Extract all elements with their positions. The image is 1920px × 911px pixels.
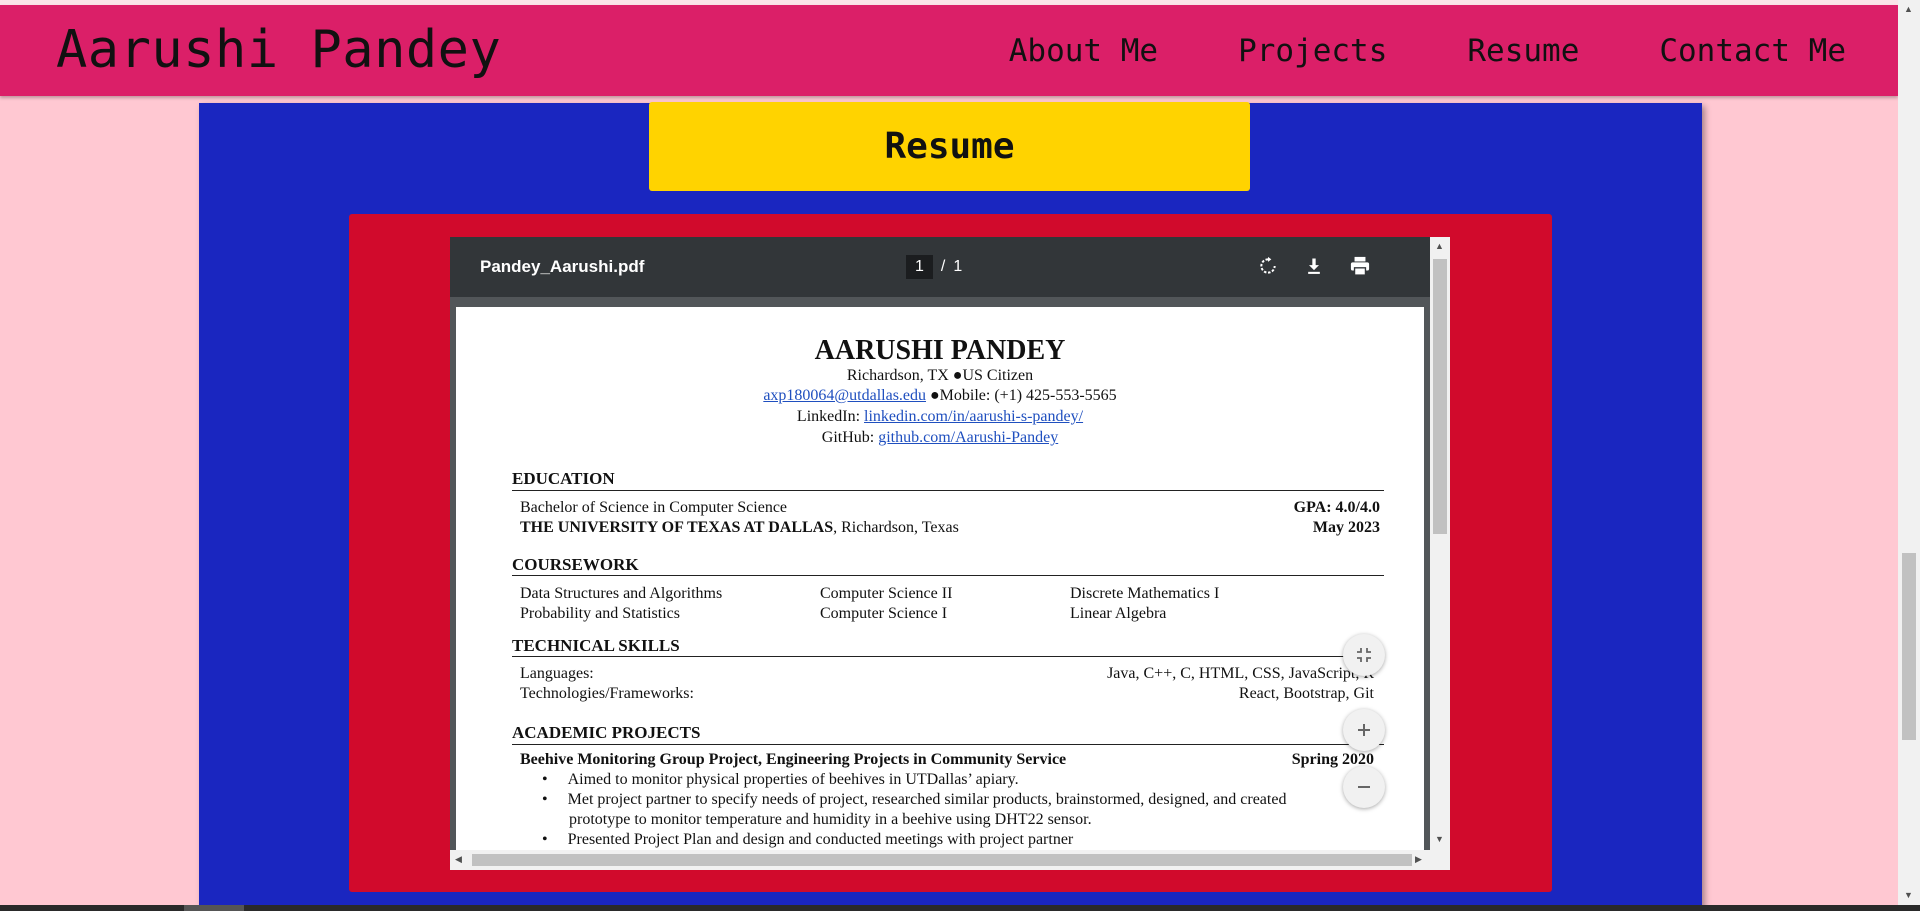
pdf-page-area: AARUSHI PANDEY Richardson, TX ●US Citize… bbox=[450, 297, 1430, 867]
scrollbar-thumb[interactable] bbox=[1433, 259, 1447, 534]
section-divider bbox=[512, 744, 1384, 745]
education-heading: EDUCATION bbox=[512, 469, 615, 488]
nav-resume[interactable]: Resume bbox=[1467, 33, 1579, 69]
pdf-filename: Pandey_Aarushi.pdf bbox=[480, 257, 645, 276]
scroll-down-arrow[interactable]: ▼ bbox=[1435, 834, 1444, 844]
email-link[interactable]: axp180064@utdallas.edu bbox=[763, 387, 926, 404]
scrollbar-thumb[interactable] bbox=[472, 854, 1412, 866]
course-item: Probability and Statistics bbox=[520, 605, 680, 622]
bullet-item: • Presented Project Plan and design and … bbox=[542, 831, 1074, 848]
github-label: GitHub: bbox=[821, 429, 879, 446]
pdf-viewer[interactable]: Pandey_Aarushi.pdf 1 / 1 AARUSHI PANDEY … bbox=[450, 237, 1450, 870]
course-item: Computer Science I bbox=[820, 605, 948, 622]
scrollbar-thumb[interactable] bbox=[1902, 553, 1916, 740]
technologies-value: React, Bootstrap, Git bbox=[1238, 685, 1374, 702]
scroll-down-arrow[interactable]: ▼ bbox=[1904, 890, 1913, 900]
gpa-text: GPA: 4.0/4.0 bbox=[1293, 499, 1380, 516]
bullet-item: • Aimed to monitor physical properties o… bbox=[542, 771, 1019, 788]
nav-contact-me[interactable]: Contact Me bbox=[1659, 33, 1846, 69]
section-title-box: Resume bbox=[649, 102, 1250, 191]
contact-line-linkedin: LinkedIn: linkedin.com/in/aarushi-s-pand… bbox=[456, 408, 1424, 426]
degree-text: Bachelor of Science in Computer Science bbox=[520, 499, 788, 516]
section-divider bbox=[512, 656, 1384, 657]
scroll-up-arrow[interactable]: ▲ bbox=[1435, 241, 1444, 251]
window-horizontal-scrollbar[interactable] bbox=[0, 905, 1920, 911]
university-location: , Richardson, Texas bbox=[833, 519, 959, 536]
pdf-page: AARUSHI PANDEY Richardson, TX ●US Citize… bbox=[456, 307, 1424, 867]
page-indicator: 1 / 1 bbox=[906, 255, 962, 279]
nav-projects[interactable]: Projects bbox=[1238, 33, 1387, 69]
bullet-text: Presented Project Plan and design and co… bbox=[567, 831, 1074, 848]
contact-line-github: GitHub: github.com/Aarushi-Pandey bbox=[456, 429, 1424, 447]
languages-value: Java, C++, C, HTML, CSS, JavaScript, R bbox=[1107, 665, 1374, 682]
bullet-text: Aimed to monitor physical properties of … bbox=[567, 771, 1019, 788]
course-item: Data Structures and Algorithms bbox=[520, 585, 723, 602]
download-icon[interactable] bbox=[1302, 254, 1326, 278]
resume-name: AARUSHI PANDEY bbox=[814, 335, 1066, 366]
main-nav: About Me Projects Resume Contact Me bbox=[1009, 33, 1846, 69]
course-item: Discrete Mathematics I bbox=[1070, 585, 1220, 602]
page-separator: / bbox=[940, 258, 946, 275]
github-link[interactable]: github.com/Aarushi-Pandey bbox=[878, 429, 1058, 446]
scroll-right-arrow[interactable]: ▶ bbox=[1415, 854, 1422, 865]
scroll-up-arrow[interactable]: ▲ bbox=[1904, 4, 1913, 14]
scroll-left-arrow[interactable]: ◀ bbox=[455, 854, 462, 865]
window-vertical-scrollbar[interactable]: ▲ ▼ bbox=[1898, 0, 1920, 905]
technologies-label: Technologies/Frameworks: bbox=[520, 685, 694, 702]
coursework-heading: COURSEWORK bbox=[512, 555, 639, 574]
page-total: 1 bbox=[953, 258, 963, 275]
print-icon[interactable] bbox=[1348, 254, 1372, 278]
contact-location: Richardson, TX ●US Citizen bbox=[846, 367, 1034, 384]
graduation-date: May 2023 bbox=[1312, 519, 1380, 536]
page-number-input[interactable]: 1 bbox=[906, 255, 933, 279]
pdf-actions bbox=[1256, 254, 1372, 278]
course-item: Computer Science II bbox=[820, 585, 953, 602]
pdf-toolbar: Pandey_Aarushi.pdf 1 / 1 bbox=[450, 237, 1430, 297]
fit-page-icon[interactable] bbox=[1343, 634, 1385, 676]
linkedin-link[interactable]: linkedin.com/in/aarushi-s-pandey/ bbox=[864, 408, 1083, 425]
bullet-text: Met project partner to specify needs of … bbox=[567, 791, 1287, 808]
section-divider bbox=[512, 575, 1384, 576]
mobile-text: ●Mobile: (+1) 425-553-5565 bbox=[926, 387, 1117, 404]
nav-about-me[interactable]: About Me bbox=[1009, 33, 1158, 69]
linkedin-label: LinkedIn: bbox=[796, 408, 865, 425]
university-name: THE UNIVERSITY OF TEXAS AT DALLAS bbox=[520, 519, 834, 536]
bullet-continuation: prototype to monitor temperature and hum… bbox=[569, 811, 1092, 828]
course-item: Linear Algebra bbox=[1070, 605, 1167, 622]
site-brand[interactable]: Aarushi Pandey bbox=[56, 20, 501, 80]
zoom-out-icon[interactable] bbox=[1343, 766, 1385, 808]
languages-label: Languages: bbox=[520, 665, 594, 682]
section-title: Resume bbox=[884, 126, 1015, 167]
section-divider bbox=[512, 490, 1384, 491]
projects-heading: ACADEMIC PROJECTS bbox=[512, 723, 701, 742]
bullet-item: • Met project partner to specify needs o… bbox=[542, 791, 1287, 808]
zoom-in-icon[interactable] bbox=[1343, 709, 1385, 751]
navbar: Aarushi Pandey About Me Projects Resume … bbox=[0, 5, 1898, 96]
skills-heading: TECHNICAL SKILLS bbox=[512, 636, 680, 655]
pdf-horizontal-scrollbar[interactable]: ◀ ▶ bbox=[450, 850, 1450, 870]
project-title: Beehive Monitoring Group Project, Engine… bbox=[520, 751, 1067, 768]
scrollbar-thumb[interactable] bbox=[184, 905, 244, 911]
contact-line-email: axp180064@utdallas.edu ●Mobile: (+1) 425… bbox=[456, 387, 1424, 405]
university-line: THE UNIVERSITY OF TEXAS AT DALLAS, Richa… bbox=[520, 519, 959, 537]
pdf-vertical-scrollbar[interactable]: ▲ ▼ bbox=[1430, 237, 1450, 850]
rotate-icon[interactable] bbox=[1256, 254, 1280, 278]
